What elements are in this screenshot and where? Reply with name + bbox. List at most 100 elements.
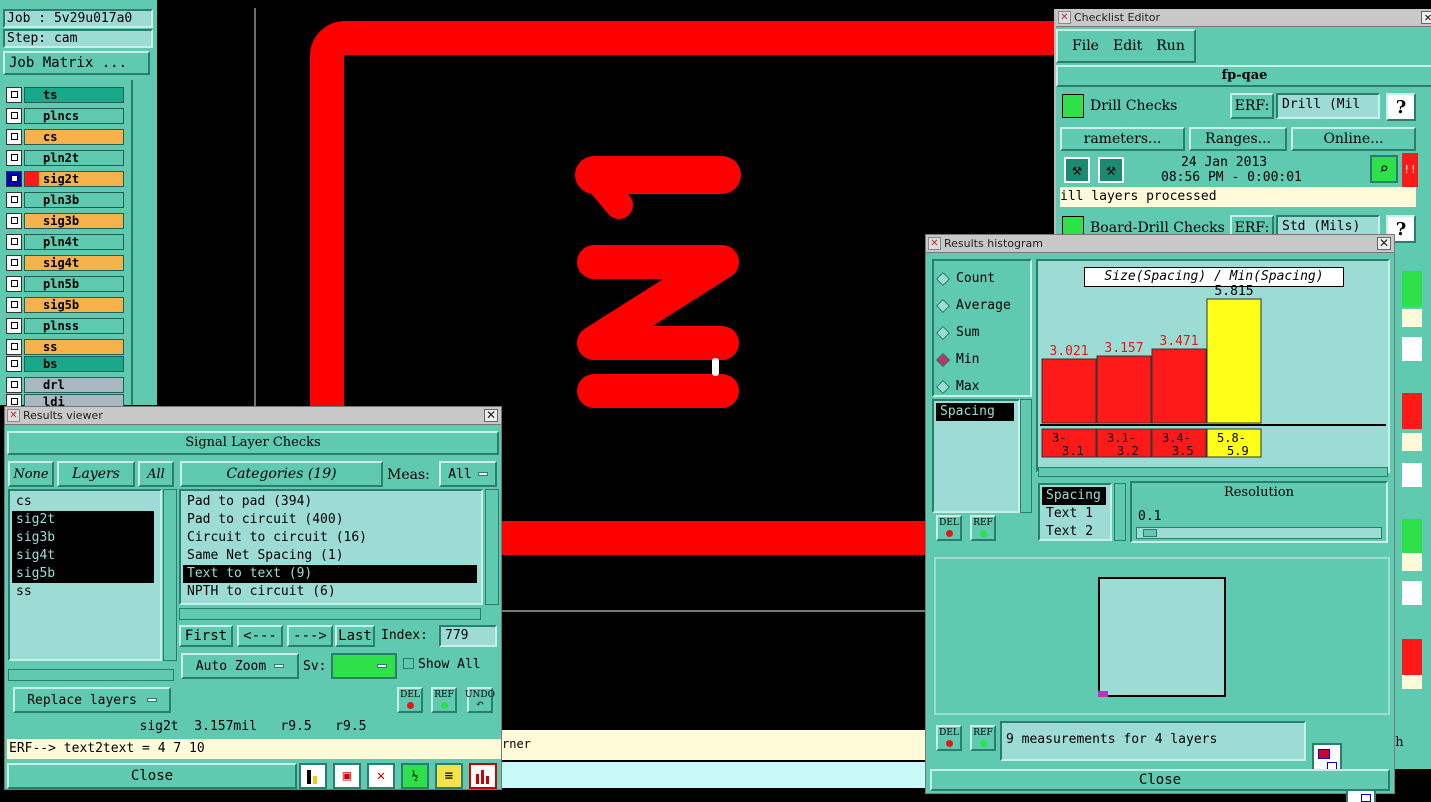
text-list-item[interactable]: Text 2 (1042, 523, 1106, 541)
measure-list[interactable]: Spacing (932, 399, 1020, 513)
mode-radio-min[interactable]: Min (934, 346, 1030, 373)
mode-radio-count[interactable]: Count (934, 265, 1030, 292)
layer-list-item[interactable]: ss (12, 583, 154, 601)
layer-checkbox[interactable] (6, 149, 22, 166)
layer-row-4[interactable]: sig2t (6, 170, 124, 187)
job-matrix-button[interactable]: Job Matrix ... (3, 51, 150, 75)
menu-edit[interactable]: Edit (1113, 38, 1142, 54)
layer-list-hscroll[interactable] (8, 669, 174, 681)
layer-row-6[interactable]: sig3b (6, 212, 124, 229)
index-field[interactable]: 779 (439, 625, 497, 647)
none-button[interactable]: None (8, 461, 54, 487)
layer-row-5[interactable]: pln3b (6, 191, 124, 208)
category-list[interactable]: Pad to pad (394) Pad to circuit (400) Circ… (179, 489, 483, 605)
layer-row-10[interactable]: sig5b (6, 296, 124, 313)
drill-help-button[interactable]: ? (1386, 93, 1416, 121)
text-field-list[interactable]: Spacing Text 1 Text 2 (1038, 483, 1112, 541)
layer-checkbox[interactable] (6, 254, 22, 271)
layer-checkbox[interactable] (6, 317, 22, 334)
mode-radio-sum[interactable]: Sum (934, 319, 1030, 346)
last-button[interactable]: Last (335, 625, 375, 647)
hist-del-button-2[interactable]: DEL (936, 725, 962, 751)
measure-item[interactable]: Spacing (936, 403, 1014, 421)
layer-select-list[interactable]: cs sig2t sig3b sig4t sig5b ss (8, 489, 162, 661)
del-button[interactable]: DEL (397, 687, 423, 713)
drill-erf-field[interactable]: Drill (Mil (1276, 93, 1380, 119)
layer-list-scrollbar[interactable] (131, 80, 153, 405)
histogram-bar[interactable] (1096, 355, 1152, 424)
window-menu-icon[interactable]: ✕ (1058, 11, 1071, 24)
window-menu-icon[interactable]: ✕ (928, 237, 941, 250)
layer-row-8[interactable]: sig4t (6, 254, 124, 271)
layer-checkbox[interactable] (6, 86, 22, 103)
histogram-bar[interactable] (1151, 348, 1207, 424)
checklist-close-icon[interactable]: ✕ (1421, 11, 1431, 24)
histogram-bar[interactable] (1041, 358, 1097, 424)
sv-color-select[interactable] (331, 653, 397, 679)
layer-checkbox[interactable] (6, 212, 22, 229)
category-list-item[interactable]: Pad to circuit (400) (183, 511, 477, 529)
category-list-item[interactable]: Circuit to circuit (16) (183, 529, 477, 547)
layer-list-item[interactable]: cs (12, 493, 154, 511)
prev-button[interactable]: <--- (237, 625, 283, 647)
layer-row-3[interactable]: pln2t (6, 149, 124, 166)
layer-list-item[interactable]: sig3b (12, 529, 154, 547)
auto-zoom-select[interactable]: Auto Zoom (181, 653, 299, 679)
layer-row-7[interactable]: pln4t (6, 233, 124, 250)
layer-checkbox[interactable] (6, 275, 22, 292)
results-viewer-close-icon[interactable]: ✕ (484, 409, 498, 422)
run-icon-1[interactable]: ⚒ (1064, 157, 1090, 183)
hist-ref-button[interactable]: REF (970, 515, 996, 541)
layer-list-item[interactable]: sig4t (12, 547, 154, 565)
window-menu-icon[interactable]: ✕ (7, 409, 20, 422)
delete-icon[interactable]: ▣ (333, 763, 361, 789)
menu-file[interactable]: File (1072, 38, 1099, 54)
zoom-icon[interactable]: ⌕ (1370, 155, 1398, 183)
ranges-button[interactable]: Ranges... (1189, 127, 1287, 151)
chart-icon[interactable] (299, 763, 327, 789)
text-list-item[interactable]: Spacing (1042, 487, 1106, 505)
category-list-item[interactable]: Pad to pad (394) (183, 493, 477, 511)
chart-hscroll[interactable] (1038, 467, 1388, 477)
ref-button[interactable]: REF (431, 687, 457, 713)
category-list-item[interactable]: Same Net Spacing (1) (183, 547, 477, 565)
text-list-scroll[interactable] (1114, 483, 1126, 541)
layer-row-0[interactable]: ts (6, 86, 124, 103)
all-button[interactable]: All (138, 461, 174, 487)
replace-layers-select[interactable]: Replace layers (13, 687, 171, 713)
layer-checkbox[interactable] (6, 128, 22, 145)
ref-icon[interactable]: ✕ (367, 763, 395, 789)
layer-row-11[interactable]: plnss (6, 317, 124, 334)
histogram-close-icon[interactable]: ✕ (1377, 237, 1391, 250)
layer-row-14[interactable]: drl (6, 376, 124, 393)
next-button[interactable]: ---> (287, 625, 333, 647)
mode-radio-max[interactable]: Max (934, 373, 1030, 400)
slider-thumb[interactable] (1143, 529, 1157, 537)
hist-del-button[interactable]: DEL (936, 515, 962, 541)
layer-checkbox[interactable] (6, 338, 22, 355)
layer-checkbox[interactable] (6, 170, 22, 187)
step-icon[interactable]: ½ (401, 763, 429, 789)
layer-row-12[interactable]: ss (6, 338, 124, 355)
first-button[interactable]: First (179, 625, 233, 647)
layer-checkbox[interactable] (6, 233, 22, 250)
layer-list-vscroll[interactable] (163, 489, 177, 661)
layer-row-13[interactable]: bs (6, 355, 124, 372)
undo-button[interactable]: UNDO ↶ (465, 687, 495, 713)
resolution-slider[interactable] (1136, 527, 1382, 539)
online-button[interactable]: Online... (1291, 127, 1416, 151)
category-list-item[interactable]: Text to text (9) (183, 565, 477, 583)
layer-checkbox[interactable] (6, 355, 22, 372)
category-list-hscroll[interactable] (179, 608, 481, 620)
text-list-item[interactable]: Text 1 (1042, 505, 1106, 523)
layer-row-1[interactable]: plncs (6, 107, 124, 124)
layer-checkbox[interactable] (6, 296, 22, 313)
results-viewer-close-button[interactable]: Close (7, 763, 297, 789)
histogram-icon[interactable] (469, 763, 497, 789)
layer-row-9[interactable]: pln5b (6, 275, 124, 292)
layer-list-item[interactable]: sig5b (12, 565, 154, 583)
category-list-vscroll[interactable] (485, 489, 499, 605)
category-list-item[interactable]: NPTH to circuit (6) (183, 583, 477, 601)
drill-check-row[interactable]: Drill Checks ERF: Drill (Mil ? (1060, 91, 1431, 121)
show-all-checkbox[interactable] (403, 658, 414, 669)
